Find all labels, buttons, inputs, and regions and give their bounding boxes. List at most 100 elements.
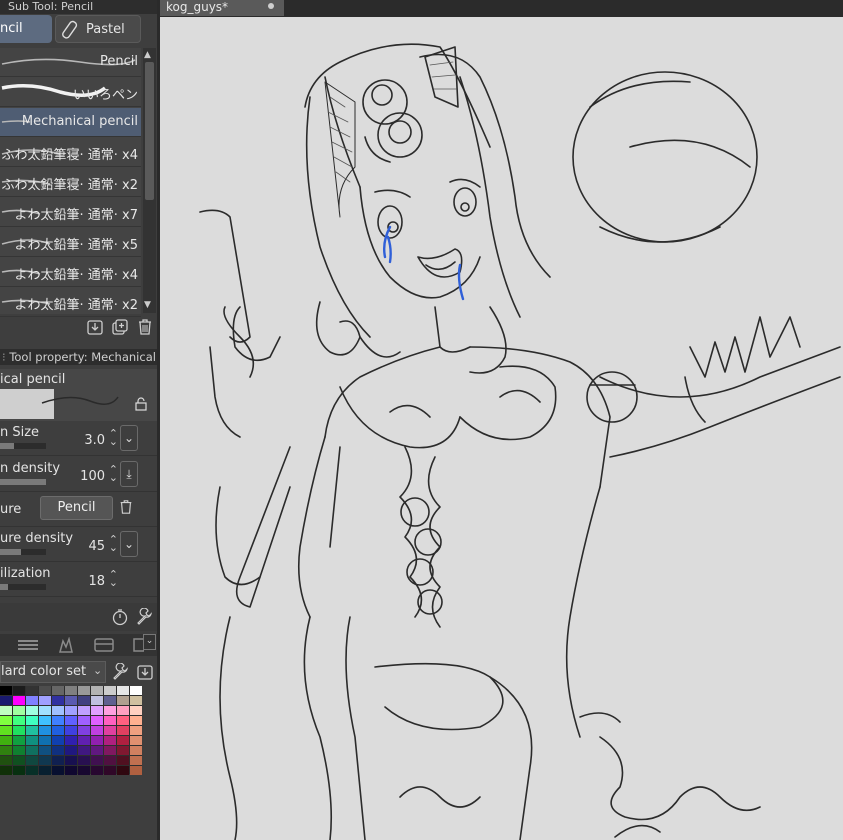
color-swatch[interactable] bbox=[39, 766, 51, 775]
subtool-tab-pencil[interactable]: ncil bbox=[0, 15, 52, 43]
color-swatch[interactable] bbox=[91, 726, 103, 735]
color-slider-tab-icon[interactable] bbox=[16, 637, 40, 656]
pressure-download-icon[interactable]: ⤓ bbox=[120, 461, 138, 487]
color-swatch[interactable] bbox=[130, 726, 142, 735]
color-swatch[interactable] bbox=[13, 696, 25, 705]
color-swatch[interactable] bbox=[39, 696, 51, 705]
document-tab[interactable]: kog_guys* bbox=[160, 0, 284, 16]
color-swatch[interactable] bbox=[0, 726, 12, 735]
color-swatch[interactable] bbox=[91, 736, 103, 745]
color-swatch[interactable] bbox=[130, 716, 142, 725]
color-swatch[interactable] bbox=[65, 696, 77, 705]
color-swatch[interactable] bbox=[39, 716, 51, 725]
color-swatch[interactable] bbox=[117, 766, 129, 775]
color-swatch[interactable] bbox=[65, 766, 77, 775]
stabilization-value[interactable]: 18 bbox=[88, 574, 105, 589]
brush-density-value[interactable]: 100 bbox=[80, 469, 105, 484]
brush-list-item[interactable]: Mechanical pencil bbox=[0, 108, 141, 137]
brush-list-item[interactable]: いいろペン bbox=[0, 78, 141, 107]
history-tab-icon[interactable] bbox=[93, 637, 115, 656]
download-subtool-icon[interactable] bbox=[86, 318, 104, 336]
color-swatch[interactable] bbox=[91, 716, 103, 725]
color-swatch[interactable] bbox=[0, 696, 12, 705]
color-swatch[interactable] bbox=[13, 756, 25, 765]
color-swatch[interactable] bbox=[26, 726, 38, 735]
color-swatch[interactable] bbox=[52, 706, 64, 715]
color-swatch[interactable] bbox=[104, 686, 116, 695]
subtool-tab-pastel[interactable]: Pastel bbox=[55, 15, 141, 43]
spin-icon[interactable]: ⌃ ⌄ bbox=[109, 569, 118, 588]
brush-list-item[interactable]: Pencil bbox=[0, 48, 141, 77]
color-swatch[interactable] bbox=[130, 766, 142, 775]
color-swatch[interactable] bbox=[91, 756, 103, 765]
color-swatch[interactable] bbox=[130, 686, 142, 695]
scroll-up-icon[interactable]: ▲ bbox=[144, 50, 151, 60]
color-swatch[interactable] bbox=[26, 756, 38, 765]
color-swatch[interactable] bbox=[26, 686, 38, 695]
color-swatch[interactable] bbox=[52, 726, 64, 735]
color-swatch[interactable] bbox=[65, 756, 77, 765]
stabilization-slider[interactable] bbox=[0, 584, 46, 590]
color-swatch[interactable] bbox=[78, 696, 90, 705]
flame-tab-icon[interactable] bbox=[56, 636, 76, 656]
color-swatch[interactable] bbox=[130, 756, 142, 765]
color-swatch[interactable] bbox=[78, 746, 90, 755]
color-swatch[interactable] bbox=[104, 756, 116, 765]
color-swatch[interactable] bbox=[117, 756, 129, 765]
color-swatch[interactable] bbox=[91, 706, 103, 715]
color-swatch[interactable] bbox=[39, 726, 51, 735]
color-swatch[interactable] bbox=[65, 706, 77, 715]
color-swatch[interactable] bbox=[78, 706, 90, 715]
brush-list-item[interactable]: ふわ太鉛筆寝· 通常· x2 bbox=[0, 168, 141, 197]
scroll-down-icon[interactable]: ▼ bbox=[144, 300, 151, 310]
expand-icon[interactable]: ⌄ bbox=[120, 425, 138, 451]
color-swatch[interactable] bbox=[104, 736, 116, 745]
lock-icon[interactable] bbox=[134, 397, 148, 414]
color-swatch[interactable] bbox=[52, 756, 64, 765]
color-swatch[interactable] bbox=[0, 736, 12, 745]
color-swatch[interactable] bbox=[91, 746, 103, 755]
color-swatch[interactable] bbox=[13, 716, 25, 725]
color-swatch[interactable] bbox=[117, 746, 129, 755]
color-swatch[interactable] bbox=[13, 686, 25, 695]
color-swatch[interactable] bbox=[0, 746, 12, 755]
brush-list-item[interactable]: よわ太鉛筆· 通常· x5 bbox=[0, 228, 141, 257]
color-swatch[interactable] bbox=[52, 766, 64, 775]
color-swatch[interactable] bbox=[0, 766, 12, 775]
color-swatch[interactable] bbox=[0, 706, 12, 715]
brush-list-item[interactable]: よわ太鉛筆· 通常· x2 bbox=[0, 288, 141, 317]
color-swatch[interactable] bbox=[117, 716, 129, 725]
drawing-canvas[interactable] bbox=[160, 17, 843, 840]
color-swatch[interactable] bbox=[52, 716, 64, 725]
palette-menu-chevron-icon[interactable]: ⌄ bbox=[143, 634, 156, 650]
color-swatch[interactable] bbox=[52, 746, 64, 755]
brush-size-slider[interactable] bbox=[0, 443, 46, 449]
color-swatch[interactable] bbox=[26, 766, 38, 775]
brush-density-slider[interactable] bbox=[0, 479, 46, 485]
color-swatch[interactable] bbox=[104, 746, 116, 755]
color-swatch[interactable] bbox=[104, 696, 116, 705]
spin-icon[interactable]: ⌃ ⌄ bbox=[109, 534, 118, 553]
color-set-download-icon[interactable] bbox=[136, 663, 154, 684]
color-swatch[interactable] bbox=[104, 766, 116, 775]
color-swatch[interactable] bbox=[65, 716, 77, 725]
color-swatch[interactable] bbox=[78, 756, 90, 765]
color-swatch[interactable] bbox=[91, 696, 103, 705]
color-swatch[interactable] bbox=[52, 686, 64, 695]
color-swatch[interactable] bbox=[65, 746, 77, 755]
color-set-dropdown[interactable]: lard color set ⌄ bbox=[0, 661, 106, 683]
color-swatch[interactable] bbox=[78, 736, 90, 745]
color-swatch[interactable] bbox=[78, 716, 90, 725]
color-swatch[interactable] bbox=[117, 736, 129, 745]
expand-icon[interactable]: ⌄ bbox=[120, 531, 138, 557]
color-swatch[interactable] bbox=[104, 716, 116, 725]
color-swatch[interactable] bbox=[13, 736, 25, 745]
color-swatch[interactable] bbox=[104, 726, 116, 735]
color-swatch[interactable] bbox=[117, 696, 129, 705]
color-swatch[interactable] bbox=[39, 686, 51, 695]
color-swatch[interactable] bbox=[91, 686, 103, 695]
color-swatch[interactable] bbox=[26, 706, 38, 715]
color-swatch[interactable] bbox=[26, 736, 38, 745]
duplicate-subtool-icon[interactable] bbox=[111, 318, 129, 336]
spin-icon[interactable]: ⌃ ⌄ bbox=[109, 428, 118, 447]
